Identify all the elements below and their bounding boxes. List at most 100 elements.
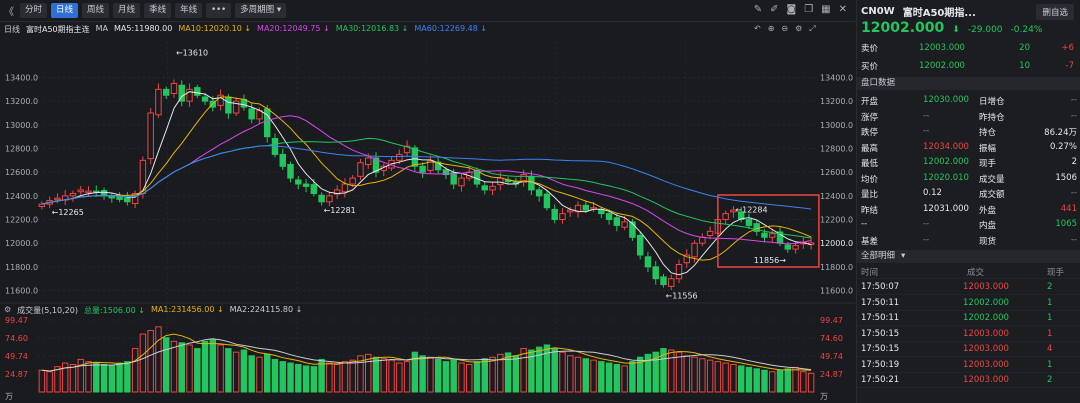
stat-label: 跌停 <box>861 128 879 138</box>
stat-label: 持仓 <box>979 128 997 138</box>
volume-bar <box>613 363 621 393</box>
ask-label: 卖价 <box>861 44 879 54</box>
trade-price: 12002.000 <box>963 313 1009 323</box>
volume-tick-left: 74.60 <box>5 334 28 343</box>
candle-body <box>745 219 753 226</box>
candle-body <box>543 193 551 209</box>
stat-value: 0.12 <box>923 188 942 198</box>
trades-title[interactable]: 全部明细 ▾ <box>857 250 1080 263</box>
price-row: 12002.000 ⬇ -29.000 -0.24% <box>861 20 1042 36</box>
candle-body <box>194 87 201 96</box>
volume-bar <box>155 326 162 393</box>
bid-label: 买价 <box>861 62 879 72</box>
volume-tick-right: 24.87 <box>820 370 843 379</box>
stat-value: 12034.000 <box>923 141 969 152</box>
stat-value: -- <box>923 234 930 245</box>
volume-bar <box>271 358 279 393</box>
candle-body <box>139 159 147 194</box>
candle-body <box>69 192 77 197</box>
candle-body <box>318 194 325 203</box>
stat-row: 最低 12002.000 现手 2 <box>857 155 1080 170</box>
volume-tick-right: 99.47 <box>820 316 843 325</box>
stat-value: 441 <box>1060 203 1077 214</box>
trade-price: 12003.000 <box>963 359 1009 370</box>
volume-bar <box>466 363 473 393</box>
trade-volume: 1 <box>1047 328 1053 339</box>
trade-row: 17:50:15 12003.000 4 <box>857 342 1080 357</box>
trade-row: 17:50:15 12003.000 1 <box>857 327 1080 342</box>
volume-bar <box>201 340 209 393</box>
trade-volume: 4 <box>1047 344 1053 354</box>
price-tick-left: 12800.0 <box>5 145 38 154</box>
trade-row: 17:50:07 12003.000 2 <box>857 280 1080 295</box>
volume-bar <box>737 365 745 393</box>
vol-ma2: MA2:224115.80 ↓ <box>229 305 303 314</box>
volume-bar <box>567 355 574 393</box>
volume-bar <box>551 348 558 393</box>
price-tick-right: 13200.0 <box>820 97 853 106</box>
price-tick-left: 13200.0 <box>5 97 38 106</box>
volume-bar <box>574 356 582 393</box>
candlestick-chart[interactable]: 13400.0 13400.0 13200.0 13200.0 13000.0 13000… <box>0 0 855 403</box>
volume-bar <box>722 362 729 393</box>
stat-value: 12030.000 <box>923 95 969 105</box>
candle-body <box>295 179 302 185</box>
app-root: 《 分时 日线 周线 月线 季线 年线 ••• 多周期图 ▾ ✎ ✐ ◙ ❐ ▦… <box>0 0 1080 403</box>
volume-bar <box>54 366 61 393</box>
candle-body <box>147 112 154 160</box>
header-price: 成交 <box>967 268 985 278</box>
candle-body <box>652 266 659 280</box>
volume-tick-right: 49.74 <box>820 352 843 361</box>
volume-bar <box>675 351 683 393</box>
candle-body <box>489 185 496 191</box>
delete-watchlist-button[interactable]: 删自选 <box>1036 4 1074 20</box>
candle-body <box>248 108 255 120</box>
volume-bar <box>38 369 46 393</box>
volume-bar <box>388 359 395 393</box>
chevron-down-icon: ▾ <box>901 251 906 261</box>
candle-body <box>605 213 613 221</box>
volume-bar <box>279 361 286 393</box>
stat-label: 成交额 <box>979 190 1005 200</box>
stat-label: 开盘 <box>861 97 879 107</box>
trade-volume: 2 <box>1047 282 1053 292</box>
trade-volume: 2 <box>1047 375 1053 385</box>
volume-bar <box>520 348 527 393</box>
volume-tick-left: 49.74 <box>5 352 28 361</box>
volume-bar <box>512 355 520 393</box>
volume-bar <box>85 361 92 393</box>
candle-body <box>582 204 590 211</box>
trades-header: 时间 成交 现手 <box>857 264 1080 279</box>
candle-body <box>450 172 457 185</box>
price-change-pct: -0.24% <box>1010 25 1043 35</box>
candle-body <box>481 185 488 191</box>
settings-icon[interactable]: ⚙ <box>4 305 11 317</box>
candle-body <box>108 195 116 199</box>
volume-bar <box>714 361 722 393</box>
stat-row: 最高 12034.000 振幅 0.27% <box>857 140 1080 155</box>
volume-bar <box>473 361 481 393</box>
stat-value: 1065 <box>1055 219 1077 229</box>
volume-bar <box>139 333 147 393</box>
stat-value: 0.27% <box>1049 141 1077 152</box>
stat-label: 基差 <box>861 236 879 247</box>
volume-bar <box>147 329 154 393</box>
stat-label: 外盘 <box>979 205 997 216</box>
trade-time: 17:50:07 <box>861 282 900 292</box>
candle-body <box>675 263 683 280</box>
trade-time: 17:50:15 <box>861 344 900 354</box>
price-tick-left: 11800.0 <box>5 263 38 272</box>
price-tick-right: 11800.0 <box>820 263 853 272</box>
symbol-code: CN0W <box>861 6 895 17</box>
price-tick-left: 12600.0 <box>5 168 38 177</box>
stat-label: 最高 <box>861 143 879 154</box>
price-annotation: ←13610 <box>176 49 208 58</box>
candle-body <box>660 276 667 286</box>
candle-body <box>357 162 364 177</box>
trade-volume: 1 <box>1047 313 1053 323</box>
candle-body <box>567 209 574 213</box>
volume-bar <box>535 346 543 393</box>
price-change: -29.000 <box>967 25 1003 35</box>
quote-sidebar: CN0W 富时A50期指... 删自选 12002.000 ⬇ -29.000 … <box>856 0 1080 403</box>
stat-value: -- <box>923 219 930 229</box>
